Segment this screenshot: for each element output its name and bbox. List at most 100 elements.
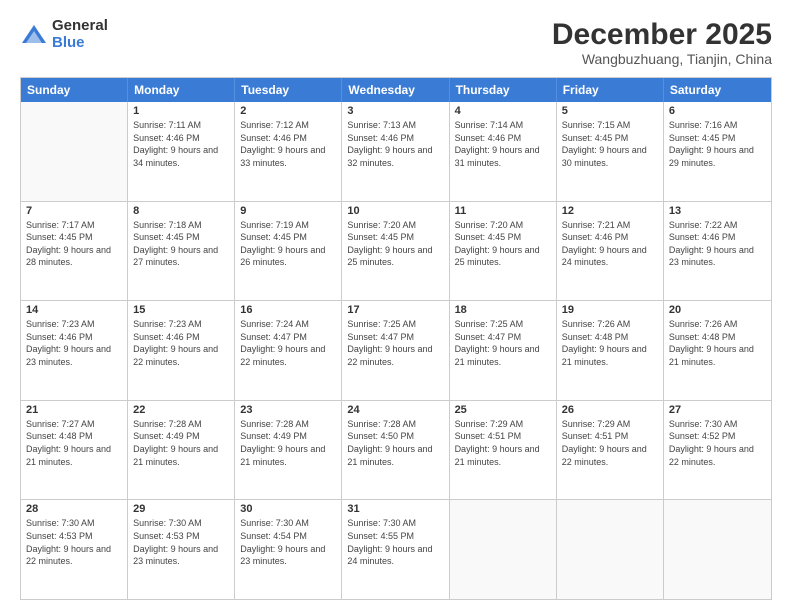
day-number: 30 <box>240 503 336 515</box>
cell-info: Sunrise: 7:20 AMSunset: 4:45 PMDaylight:… <box>347 219 443 269</box>
day-number: 29 <box>133 503 229 515</box>
cal-cell: 3 Sunrise: 7:13 AMSunset: 4:46 PMDaylight… <box>342 102 449 201</box>
day-number: 17 <box>347 304 443 316</box>
day-number: 19 <box>562 304 658 316</box>
cal-cell: 15 Sunrise: 7:23 AMSunset: 4:46 PMDayligh… <box>128 301 235 400</box>
day-number: 22 <box>133 404 229 416</box>
cell-info: Sunrise: 7:29 AMSunset: 4:51 PMDaylight:… <box>562 418 658 468</box>
title-block: December 2025 Wangbuzhuang, Tianjin, Chi… <box>552 18 772 67</box>
cell-info: Sunrise: 7:21 AMSunset: 4:46 PMDaylight:… <box>562 219 658 269</box>
header-cell-tuesday: Tuesday <box>235 78 342 102</box>
cal-cell: 13Sunrise: 7:22 AMSunset: 4:46 PMDayligh… <box>664 202 771 301</box>
cell-info: Sunrise: 7:17 AMSunset: 4:45 PMDaylight:… <box>26 219 122 269</box>
week-row-4: 21 Sunrise: 7:27 AMSunset: 4:48 PMDayligh… <box>21 400 771 500</box>
cal-cell: 23Sunrise: 7:28 AMSunset: 4:49 PMDayligh… <box>235 401 342 500</box>
day-number: 16 <box>240 304 336 316</box>
cell-info: Sunrise: 7:11 AMSunset: 4:46 PMDaylight:… <box>133 119 229 169</box>
logo-general-label: General <box>52 18 108 35</box>
calendar-header: SundayMondayTuesdayWednesdayThursdayFrid… <box>21 78 771 102</box>
cal-cell: 5Sunrise: 7:15 AMSunset: 4:45 PMDaylight… <box>557 102 664 201</box>
cell-info: Sunrise: 7:30 AMSunset: 4:53 PMDaylight:… <box>133 517 229 567</box>
day-number: 26 <box>562 404 658 416</box>
cell-info: Sunrise: 7:25 AMSunset: 4:47 PMDaylight:… <box>347 318 443 368</box>
cal-cell: 1Sunrise: 7:11 AMSunset: 4:46 PMDaylight… <box>128 102 235 201</box>
day-number: 25 <box>455 404 551 416</box>
cell-info: Sunrise: 7:13 AMSunset: 4:46 PMDaylight:… <box>347 119 443 169</box>
header-cell-monday: Monday <box>128 78 235 102</box>
day-number: 9 <box>240 205 336 217</box>
page: General Blue December 2025 Wangbuzhuang,… <box>0 0 792 612</box>
calendar-body: 1Sunrise: 7:11 AMSunset: 4:46 PMDaylight… <box>21 102 771 599</box>
location: Wangbuzhuang, Tianjin, China <box>552 51 772 67</box>
cell-info: Sunrise: 7:30 AMSunset: 4:54 PMDaylight:… <box>240 517 336 567</box>
day-number: 31 <box>347 503 443 515</box>
day-number: 27 <box>669 404 766 416</box>
header-cell-friday: Friday <box>557 78 664 102</box>
logo: General Blue <box>20 18 108 51</box>
cal-cell: 7Sunrise: 7:17 AMSunset: 4:45 PMDaylight… <box>21 202 128 301</box>
day-number: 5 <box>562 105 658 117</box>
cell-info: Sunrise: 7:27 AMSunset: 4:48 PMDaylight:… <box>26 418 122 468</box>
cell-info: Sunrise: 7:16 AMSunset: 4:45 PMDaylight:… <box>669 119 766 169</box>
cal-cell: 17 Sunrise: 7:25 AMSunset: 4:47 PMDayligh… <box>342 301 449 400</box>
cell-info: Sunrise: 7:30 AMSunset: 4:53 PMDaylight:… <box>26 517 122 567</box>
cal-cell: 16 Sunrise: 7:24 AMSunset: 4:47 PMDayligh… <box>235 301 342 400</box>
day-number: 28 <box>26 503 122 515</box>
cell-info: Sunrise: 7:28 AMSunset: 4:50 PMDaylight:… <box>347 418 443 468</box>
logo-blue-label: Blue <box>52 35 108 52</box>
cell-info: Sunrise: 7:12 AMSunset: 4:46 PMDaylight:… <box>240 119 336 169</box>
week-row-1: 1Sunrise: 7:11 AMSunset: 4:46 PMDaylight… <box>21 102 771 201</box>
logo-icon <box>20 21 48 49</box>
logo-text: General Blue <box>52 18 108 51</box>
cell-info: Sunrise: 7:23 AMSunset: 4:46 PMDaylight:… <box>26 318 122 368</box>
cal-cell <box>557 500 664 599</box>
cell-info: Sunrise: 7:19 AMSunset: 4:45 PMDaylight:… <box>240 219 336 269</box>
day-number: 21 <box>26 404 122 416</box>
cell-info: Sunrise: 7:20 AMSunset: 4:45 PMDaylight:… <box>455 219 551 269</box>
cal-cell: 9 Sunrise: 7:19 AMSunset: 4:45 PMDaylight… <box>235 202 342 301</box>
calendar: SundayMondayTuesdayWednesdayThursdayFrid… <box>20 77 772 600</box>
cell-info: Sunrise: 7:28 AMSunset: 4:49 PMDaylight:… <box>240 418 336 468</box>
cell-info: Sunrise: 7:30 AMSunset: 4:55 PMDaylight:… <box>347 517 443 567</box>
cal-cell: 6 Sunrise: 7:16 AMSunset: 4:45 PMDaylight… <box>664 102 771 201</box>
cal-cell: 29 Sunrise: 7:30 AMSunset: 4:53 PMDayligh… <box>128 500 235 599</box>
cal-cell: 28 Sunrise: 7:30 AMSunset: 4:53 PMDayligh… <box>21 500 128 599</box>
cal-cell: 20Sunrise: 7:26 AMSunset: 4:48 PMDayligh… <box>664 301 771 400</box>
cal-cell: 8 Sunrise: 7:18 AMSunset: 4:45 PMDaylight… <box>128 202 235 301</box>
cal-cell: 11Sunrise: 7:20 AMSunset: 4:45 PMDayligh… <box>450 202 557 301</box>
week-row-3: 14Sunrise: 7:23 AMSunset: 4:46 PMDayligh… <box>21 300 771 400</box>
cal-cell: 18Sunrise: 7:25 AMSunset: 4:47 PMDayligh… <box>450 301 557 400</box>
day-number: 12 <box>562 205 658 217</box>
day-number: 3 <box>347 105 443 117</box>
cal-cell: 25Sunrise: 7:29 AMSunset: 4:51 PMDayligh… <box>450 401 557 500</box>
month-title: December 2025 <box>552 18 772 51</box>
cal-cell: 24 Sunrise: 7:28 AMSunset: 4:50 PMDayligh… <box>342 401 449 500</box>
header-cell-sunday: Sunday <box>21 78 128 102</box>
header: General Blue December 2025 Wangbuzhuang,… <box>20 18 772 67</box>
header-cell-wednesday: Wednesday <box>342 78 449 102</box>
cell-info: Sunrise: 7:28 AMSunset: 4:49 PMDaylight:… <box>133 418 229 468</box>
day-number: 10 <box>347 205 443 217</box>
cal-cell: 31 Sunrise: 7:30 AMSunset: 4:55 PMDayligh… <box>342 500 449 599</box>
day-number: 8 <box>133 205 229 217</box>
day-number: 4 <box>455 105 551 117</box>
day-number: 24 <box>347 404 443 416</box>
cell-info: Sunrise: 7:30 AMSunset: 4:52 PMDaylight:… <box>669 418 766 468</box>
cal-cell <box>450 500 557 599</box>
cal-cell: 12 Sunrise: 7:21 AMSunset: 4:46 PMDayligh… <box>557 202 664 301</box>
cal-cell: 14Sunrise: 7:23 AMSunset: 4:46 PMDayligh… <box>21 301 128 400</box>
cell-info: Sunrise: 7:22 AMSunset: 4:46 PMDaylight:… <box>669 219 766 269</box>
cell-info: Sunrise: 7:14 AMSunset: 4:46 PMDaylight:… <box>455 119 551 169</box>
cal-cell: 4 Sunrise: 7:14 AMSunset: 4:46 PMDaylight… <box>450 102 557 201</box>
day-number: 15 <box>133 304 229 316</box>
cell-info: Sunrise: 7:26 AMSunset: 4:48 PMDaylight:… <box>562 318 658 368</box>
week-row-5: 28 Sunrise: 7:30 AMSunset: 4:53 PMDayligh… <box>21 499 771 599</box>
day-number: 6 <box>669 105 766 117</box>
cell-info: Sunrise: 7:23 AMSunset: 4:46 PMDaylight:… <box>133 318 229 368</box>
week-row-2: 7Sunrise: 7:17 AMSunset: 4:45 PMDaylight… <box>21 201 771 301</box>
cal-cell <box>21 102 128 201</box>
header-cell-saturday: Saturday <box>664 78 771 102</box>
cell-info: Sunrise: 7:24 AMSunset: 4:47 PMDaylight:… <box>240 318 336 368</box>
cell-info: Sunrise: 7:18 AMSunset: 4:45 PMDaylight:… <box>133 219 229 269</box>
cal-cell: 21 Sunrise: 7:27 AMSunset: 4:48 PMDayligh… <box>21 401 128 500</box>
